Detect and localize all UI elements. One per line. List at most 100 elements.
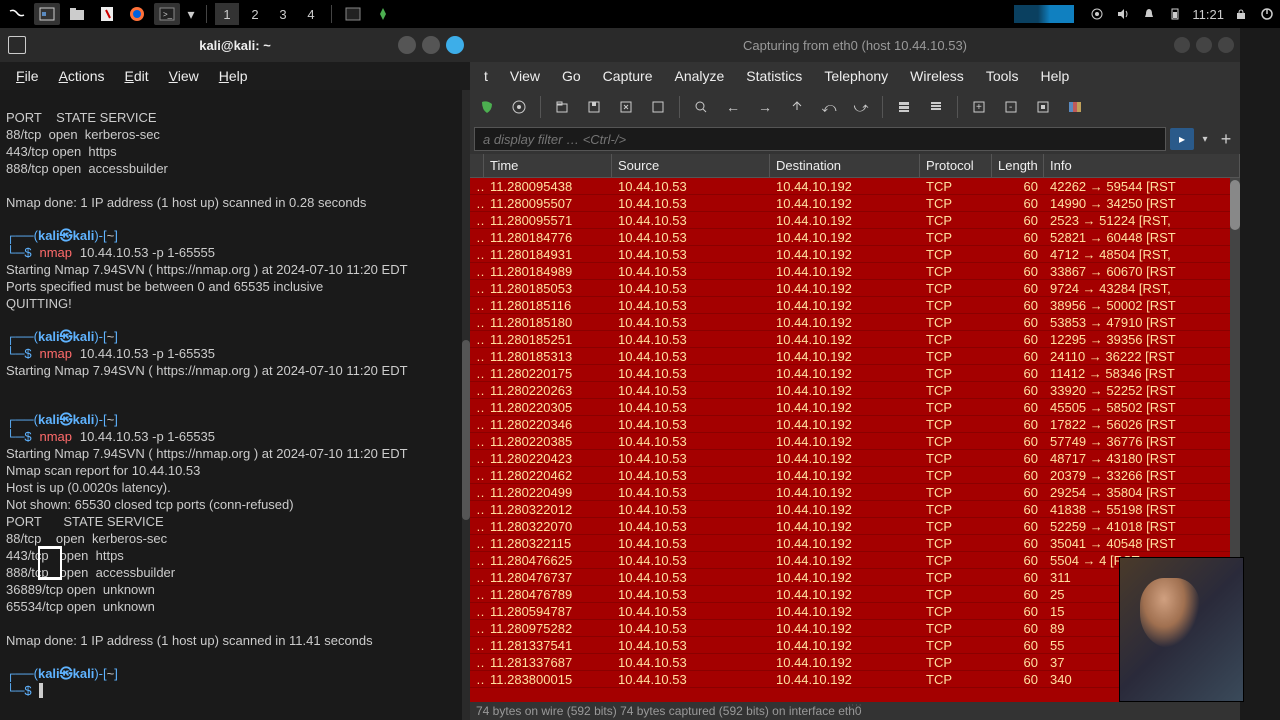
menu-view[interactable]: View: [161, 66, 207, 86]
packet-row[interactable]: …11.28018518010.44.10.5310.44.10.192TCP6…: [470, 314, 1240, 331]
dropdown-icon[interactable]: ▾: [184, 3, 198, 25]
app-icon[interactable]: [370, 3, 396, 25]
terminal-icon[interactable]: >_: [154, 3, 180, 25]
packet-row[interactable]: …11.28032207010.44.10.5310.44.10.192TCP6…: [470, 518, 1240, 535]
packet-row[interactable]: …11.28022042310.44.10.5310.44.10.192TCP6…: [470, 450, 1240, 467]
packet-row[interactable]: …11.28018511610.44.10.5310.44.10.192TCP6…: [470, 297, 1240, 314]
first-packet-icon[interactable]: ⤺: [816, 94, 842, 120]
packet-row[interactable]: …11.28022046210.44.10.5310.44.10.192TCP6…: [470, 467, 1240, 484]
wireshark-toolbar: ← → ⤺ ⤻ + -: [470, 90, 1240, 124]
packet-row[interactable]: …11.28022038510.44.10.5310.44.10.192TCP6…: [470, 433, 1240, 450]
menu-telephony[interactable]: Telephony: [814, 66, 898, 86]
packet-row[interactable]: …11.28022034610.44.10.5310.44.10.192TCP6…: [470, 416, 1240, 433]
menu-file[interactable]: File: [8, 66, 47, 86]
packet-row[interactable]: …11.28022030510.44.10.5310.44.10.192TCP6…: [470, 399, 1240, 416]
back-icon[interactable]: ←: [720, 94, 746, 120]
workspace-2[interactable]: 2: [243, 3, 267, 25]
editor-icon[interactable]: [94, 3, 120, 25]
packet-row[interactable]: …11.28022049910.44.10.5310.44.10.192TCP6…: [470, 484, 1240, 501]
packet-row[interactable]: …11.28018525110.44.10.5310.44.10.192TCP6…: [470, 331, 1240, 348]
col-no[interactable]: [470, 154, 484, 177]
maximize-button[interactable]: [1196, 37, 1212, 53]
last-packet-icon[interactable]: ⤻: [848, 94, 874, 120]
open-file-icon[interactable]: [549, 94, 575, 120]
splitter-grip-icon[interactable]: ::::: [847, 702, 862, 713]
menu-view[interactable]: View: [500, 66, 550, 86]
col-time[interactable]: Time: [484, 154, 612, 177]
menu-capture[interactable]: Capture: [593, 66, 663, 86]
close-button[interactable]: [446, 36, 464, 54]
volume-icon[interactable]: [1114, 5, 1132, 23]
packet-row[interactable]: …11.28018493110.44.10.5310.44.10.192TCP6…: [470, 246, 1240, 263]
forward-icon[interactable]: →: [752, 94, 778, 120]
auto-scroll-icon[interactable]: [923, 94, 949, 120]
packet-row[interactable]: …11.28018531310.44.10.5310.44.10.192TCP6…: [470, 348, 1240, 365]
maximize-button[interactable]: [422, 36, 440, 54]
menu-edit-partial[interactable]: t: [474, 66, 498, 86]
reload-icon[interactable]: [645, 94, 671, 120]
packet-row[interactable]: …11.28032201210.44.10.5310.44.10.192TCP6…: [470, 501, 1240, 518]
zoom-in-icon[interactable]: +: [966, 94, 992, 120]
packet-row[interactable]: …11.28022017510.44.10.5310.44.10.192TCP6…: [470, 365, 1240, 382]
packet-row[interactable]: …11.28022026310.44.10.5310.44.10.192TCP6…: [470, 382, 1240, 399]
col-protocol[interactable]: Protocol: [920, 154, 992, 177]
svg-text:+: +: [976, 102, 982, 113]
packet-row[interactable]: …11.28018477610.44.10.5310.44.10.192TCP6…: [470, 229, 1240, 246]
wireshark-titlebar[interactable]: Capturing from eth0 (host 10.44.10.53): [470, 28, 1240, 62]
recording-icon[interactable]: [1088, 5, 1106, 23]
battery-icon[interactable]: [1166, 5, 1184, 23]
terminal-titlebar[interactable]: kali@kali: ~: [0, 28, 470, 62]
packet-row[interactable]: …11.28018498910.44.10.5310.44.10.192TCP6…: [470, 263, 1240, 280]
start-capture-icon[interactable]: [474, 94, 500, 120]
zoom-out-icon[interactable]: -: [998, 94, 1024, 120]
close-button[interactable]: [1218, 37, 1234, 53]
capture-options-icon[interactable]: [506, 94, 532, 120]
close-file-icon[interactable]: [613, 94, 639, 120]
col-source[interactable]: Source: [612, 154, 770, 177]
filter-bookmark-button[interactable]: ▸: [1170, 128, 1194, 150]
minimize-button[interactable]: [1174, 37, 1190, 53]
packet-row[interactable]: …11.28009550710.44.10.5310.44.10.192TCP6…: [470, 195, 1240, 212]
notifications-icon[interactable]: [1140, 5, 1158, 23]
kali-menu-icon[interactable]: [4, 3, 30, 25]
menu-wireless[interactable]: Wireless: [900, 66, 974, 86]
menu-actions[interactable]: Actions: [51, 66, 113, 86]
packet-list-headers: Time Source Destination Protocol Length …: [470, 154, 1240, 178]
firefox-icon[interactable]: [124, 3, 150, 25]
minimize-button[interactable]: [398, 36, 416, 54]
terminal-scrollbar[interactable]: [462, 90, 470, 720]
workspace-3[interactable]: 3: [271, 3, 295, 25]
packet-row[interactable]: …11.28009543810.44.10.5310.44.10.192TCP6…: [470, 178, 1240, 195]
find-icon[interactable]: [688, 94, 714, 120]
col-info[interactable]: Info: [1044, 154, 1240, 177]
packet-row[interactable]: …11.28009557110.44.10.5310.44.10.192TCP6…: [470, 212, 1240, 229]
workspace-1[interactable]: 1: [215, 3, 239, 25]
clock[interactable]: 11:21: [1192, 7, 1224, 22]
colorize-icon[interactable]: [891, 94, 917, 120]
workspace-4[interactable]: 4: [299, 3, 323, 25]
col-destination[interactable]: Destination: [770, 154, 920, 177]
jump-icon[interactable]: [784, 94, 810, 120]
menu-statistics[interactable]: Statistics: [736, 66, 812, 86]
zoom-reset-icon[interactable]: [1030, 94, 1056, 120]
resize-columns-icon[interactable]: [1062, 94, 1088, 120]
menu-tools[interactable]: Tools: [976, 66, 1029, 86]
menu-edit[interactable]: Edit: [117, 66, 157, 86]
term-launcher-icon[interactable]: [340, 3, 366, 25]
col-length[interactable]: Length: [992, 154, 1044, 177]
packet-row[interactable]: …11.28032211510.44.10.5310.44.10.192TCP6…: [470, 535, 1240, 552]
window-list-icon[interactable]: [34, 3, 60, 25]
menu-help[interactable]: Help: [1031, 66, 1080, 86]
packet-row[interactable]: …11.28018505310.44.10.5310.44.10.192TCP6…: [470, 280, 1240, 297]
terminal-body[interactable]: PORT STATE SERVICE 88/tcp open kerberos-…: [0, 90, 470, 720]
menu-analyze[interactable]: Analyze: [664, 66, 734, 86]
filter-dropdown-icon[interactable]: ▾: [1198, 128, 1212, 150]
files-icon[interactable]: [64, 3, 90, 25]
display-filter-input[interactable]: [474, 127, 1166, 151]
power-icon[interactable]: [1258, 5, 1276, 23]
filter-add-button[interactable]: +: [1216, 129, 1236, 149]
save-file-icon[interactable]: [581, 94, 607, 120]
lock-icon[interactable]: [1232, 5, 1250, 23]
menu-go[interactable]: Go: [552, 66, 591, 86]
menu-help[interactable]: Help: [211, 66, 256, 86]
